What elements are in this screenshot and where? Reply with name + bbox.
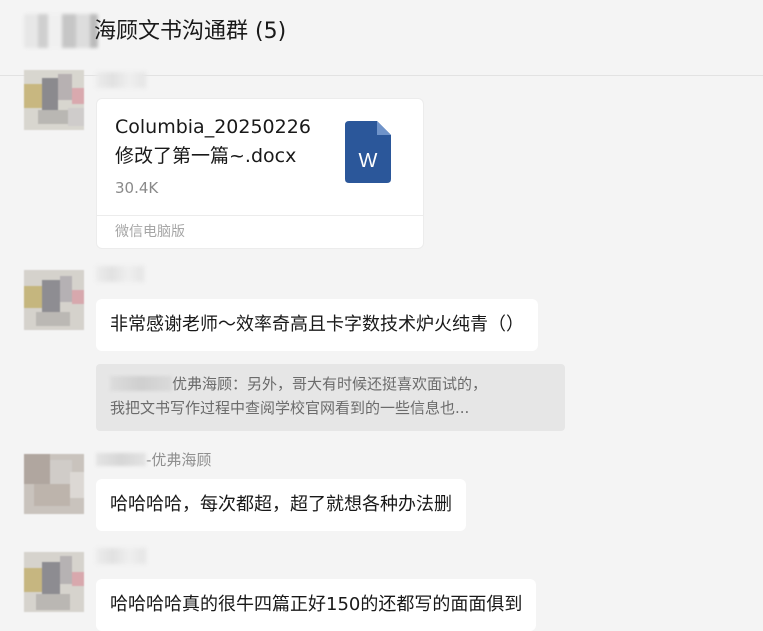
word-icon-letter: W: [359, 150, 378, 172]
sender-name: -优弗海顾: [96, 450, 211, 470]
file-card-divider: [97, 215, 423, 216]
blurred-group-name-prefix: [24, 14, 98, 48]
chat-header: 海顾文书沟通群 (5): [0, 0, 763, 76]
message-text: 哈哈哈哈，每次都超，超了就想各种办法删: [110, 494, 452, 515]
sender-name-blurred: [96, 72, 146, 88]
avatar[interactable]: [24, 70, 84, 130]
file-name-line-2: 修改了第一篇~.docx: [115, 145, 297, 167]
sender-name-blurred: [96, 548, 146, 564]
word-document-icon: W: [345, 121, 391, 183]
message-bubble[interactable]: 哈哈哈哈真的很牛四篇正好150的还都写的面面俱到: [96, 579, 537, 631]
quoted-message[interactable]: 优弗海顾：另外，哥大有时候还挺喜欢面试的， 我把文书写作过程中查阅学校官网看到的…: [96, 364, 565, 431]
file-source-label: 微信电脑版: [115, 224, 185, 240]
message-text: 哈哈哈哈真的很牛四篇正好150的还都写的面面俱到: [110, 594, 523, 615]
quote-line-1-text: 优弗海顾：另外，哥大有时候还挺喜欢面试的，: [172, 375, 488, 393]
file-name-line-1: Columbia_20250226: [115, 116, 311, 138]
avatar[interactable]: [24, 270, 84, 330]
chat-title[interactable]: 海顾文书沟通群 (5): [94, 15, 286, 49]
file-message-card[interactable]: Columbia_20250226 修改了第一篇~.docx 30.4K W 微…: [96, 98, 424, 249]
file-size: 30.4K: [115, 179, 159, 197]
message-bubble[interactable]: 哈哈哈哈，每次都超，超了就想各种办法删: [96, 479, 466, 531]
sender-name-blurred: [96, 266, 144, 282]
message-bubble[interactable]: 非常感谢老师～效率奇高且卡字数技术炉火纯青（）: [96, 299, 538, 351]
avatar[interactable]: [24, 552, 84, 612]
quote-line-2: 我把文书写作过程中查阅学校官网看到的一些信息也...: [110, 399, 470, 417]
quoted-sender-blurred: [110, 376, 172, 391]
sender-name-suffix: -优弗海顾: [146, 451, 212, 469]
sender-name-blurred: [96, 453, 146, 466]
avatar[interactable]: [24, 454, 84, 514]
quote-line-1: 优弗海顾：另外，哥大有时候还挺喜欢面试的，: [110, 373, 487, 396]
message-text: 非常感谢老师～效率奇高且卡字数技术炉火纯青（）: [110, 314, 524, 335]
